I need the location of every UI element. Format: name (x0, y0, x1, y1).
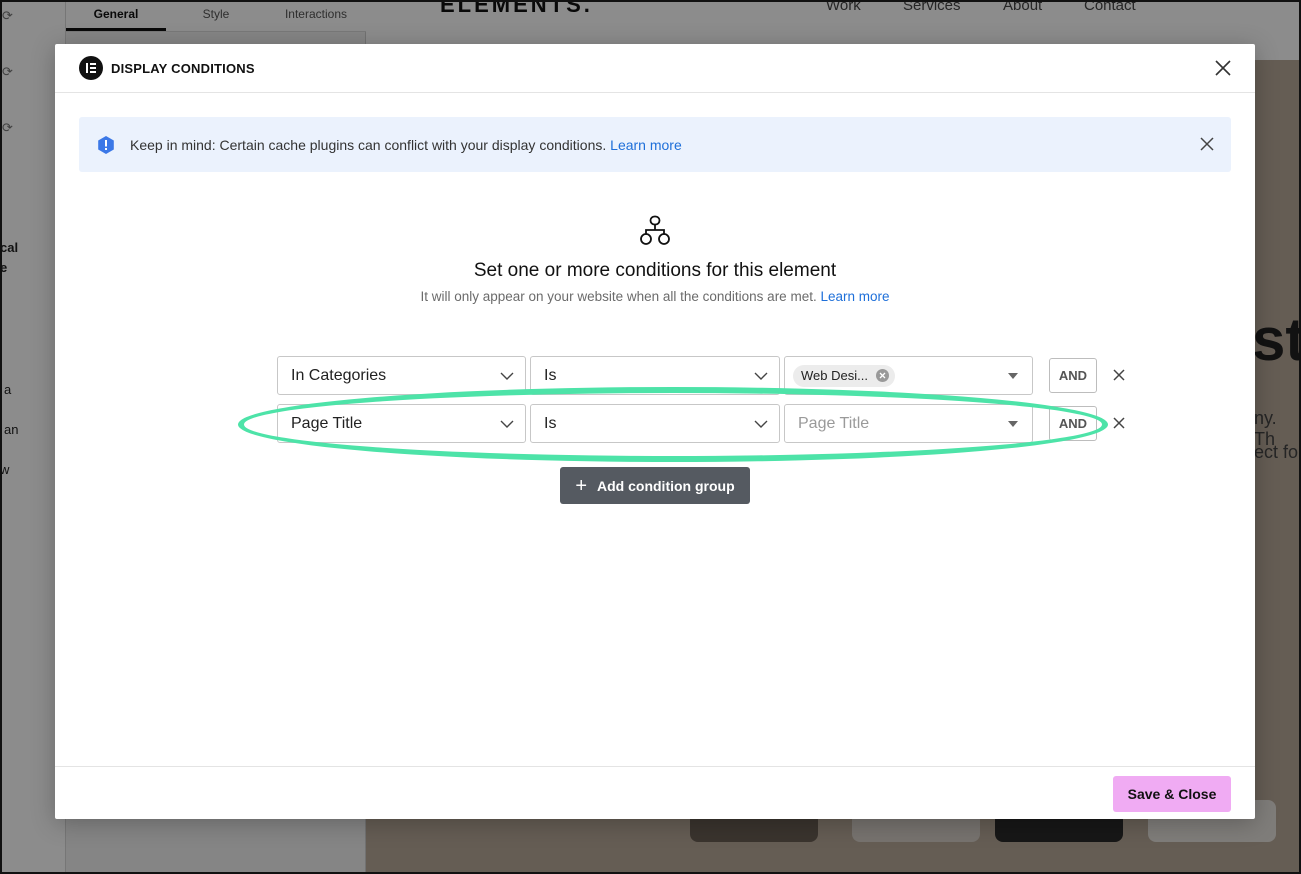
modal-footer: Save & Close (55, 766, 1255, 819)
caret-down-icon (1008, 373, 1018, 379)
condition-field-select[interactable]: Page Title (277, 404, 526, 443)
select-value: Page Title (291, 414, 363, 432)
cache-notice: Keep in mind: Certain cache plugins can … (79, 117, 1231, 172)
select-value: Is (544, 414, 557, 432)
notice-message: Keep in mind: Certain cache plugins can … (130, 136, 607, 153)
plus-icon: + (575, 474, 588, 497)
select-placeholder: Page Title (798, 414, 870, 432)
condition-field-select[interactable]: In Categories (277, 356, 526, 395)
conditions-subheading: It will only appear on your website when… (55, 289, 1255, 304)
select-value: In Categories (291, 366, 387, 384)
condition-value-select[interactable]: Web Desi... (784, 356, 1033, 395)
condition-value-select[interactable]: Page Title (784, 404, 1033, 443)
info-icon (96, 135, 116, 155)
condition-operator-select[interactable]: Is (530, 404, 780, 443)
sitemap-icon (639, 215, 671, 247)
close-icon[interactable] (1111, 367, 1127, 383)
modal-title: DISPLAY CONDITIONS (111, 60, 255, 76)
chevron-down-icon (754, 372, 768, 380)
elementor-logo-icon (79, 56, 103, 80)
conditions-heading: Set one or more conditions for this elem… (473, 260, 837, 281)
close-icon[interactable] (1199, 136, 1215, 152)
close-icon[interactable] (1213, 58, 1233, 78)
select-value: Is (544, 366, 557, 384)
subheading-text: It will only appear on your website when… (420, 289, 817, 304)
add-condition-group-button[interactable]: + Add condition group (560, 467, 750, 504)
chevron-down-icon (754, 420, 768, 428)
add-group-label: Add condition group (597, 477, 735, 494)
save-close-button[interactable]: Save & Close (1113, 776, 1231, 812)
and-connector-button[interactable]: AND (1049, 406, 1097, 441)
chip-label: Web Desi... (801, 368, 868, 383)
remove-chip-icon[interactable] (875, 369, 889, 382)
condition-operator-select[interactable]: Is (530, 356, 780, 395)
notice-text: Keep in mind: Certain cache plugins can … (130, 137, 682, 153)
close-icon[interactable] (1111, 415, 1127, 431)
and-connector-button[interactable]: AND (1049, 358, 1097, 393)
chevron-down-icon (500, 372, 514, 380)
modal-header: DISPLAY CONDITIONS (55, 44, 1255, 93)
chevron-down-icon (500, 420, 514, 428)
display-conditions-modal: DISPLAY CONDITIONS Keep in mind: Certain… (55, 44, 1255, 819)
caret-down-icon (1008, 421, 1018, 427)
subheading-learn-more-link[interactable]: Learn more (820, 289, 889, 304)
value-chip: Web Desi... (793, 364, 895, 387)
notice-learn-more-link[interactable]: Learn more (610, 137, 682, 153)
